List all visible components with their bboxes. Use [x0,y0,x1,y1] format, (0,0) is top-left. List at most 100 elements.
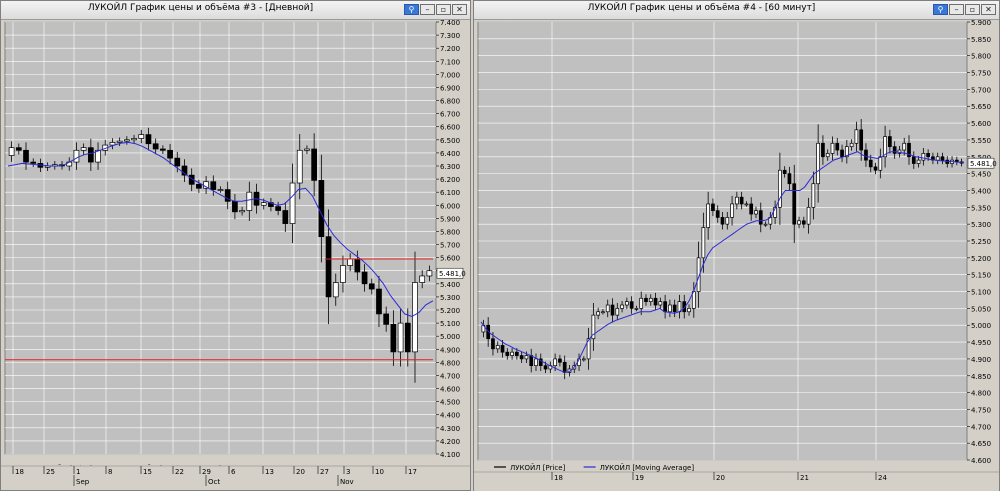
candle [318,180,325,238]
candle [167,149,173,159]
maximize-button[interactable]: ▫ [436,4,451,15]
y-tick-label: 5.400 [971,187,991,195]
candle [854,129,859,144]
window-titlebar[interactable]: ЛУКОЙЛ График цены и объёма #3 - [Дневно… [1,1,470,20]
candle [289,182,296,224]
candle [282,210,289,224]
last-price-label: 5.481,0 [970,160,997,168]
x-tick-label: 1 [76,468,80,476]
candle [361,271,368,285]
candle [160,148,166,151]
y-tick-label: 7.300 [440,32,460,40]
y-tick-label: 4.950 [971,339,991,347]
plot-area [4,21,437,455]
x-tick-label: 24 [878,474,887,482]
candle [730,203,734,218]
candle [519,355,524,360]
x-tick-label: 17 [408,468,417,476]
y-tick-label: 4.750 [971,406,991,414]
candle [763,223,768,226]
candle [296,149,303,184]
candle [232,200,238,213]
date-axis-strip [474,472,999,491]
y-tick-label: 5.000 [971,322,991,330]
candle [73,149,80,163]
maximize-button[interactable]: ▫ [965,4,980,15]
last-price-label: 5.481,0 [439,270,466,278]
candle [926,153,930,158]
link-icon[interactable]: ⚲ [933,4,948,15]
candle [500,345,505,353]
y-tick-label: 4.600 [971,457,991,465]
minimize-button[interactable]: – [420,4,435,15]
y-tick-label: 6.500 [440,137,460,145]
y-tick-label: 5.200 [971,255,991,263]
y-tick-label: 5.250 [971,238,991,246]
candle [888,136,892,148]
y-tick-label: 5.600 [440,255,460,263]
x-tick-label: 18 [554,474,563,482]
y-tick-label: 5.000 [440,333,460,341]
candle [145,134,152,145]
candle [916,159,921,164]
y-tick-label: 4.700 [440,372,460,380]
price-chart-hourly[interactable]: 4.600 4.650 4.700 4.750 4.800 4.850 4.900 4.950… [474,20,999,491]
x-tick-label: 20 [296,468,305,476]
candle [935,156,940,161]
candle [217,189,224,191]
candle [687,308,691,313]
candle [873,166,878,171]
candle [543,365,548,370]
y-tick-label: 6.800 [440,98,460,106]
y-tick-label: 5.600 [971,120,991,128]
candle [515,351,519,356]
y-tick-label: 6.000 [440,202,460,210]
candle [610,304,615,316]
candle [491,338,495,350]
candle [174,157,181,167]
close-button[interactable]: ✕ [452,4,467,15]
window-titlebar[interactable]: ЛУКОЙЛ График цены и объёма #4 - [60 мин… [474,1,999,20]
y-tick-label: 5.450 [971,171,991,179]
candle [840,149,844,158]
y-tick-label: 5.100 [440,320,460,328]
candle [138,134,145,139]
minimize-button[interactable]: – [949,4,964,15]
candle [940,156,945,161]
y-tick-label: 6.100 [440,189,460,197]
candle [663,301,667,313]
candle [8,147,15,156]
candle [412,282,418,353]
month-label: Nov [340,478,354,486]
candle [390,324,397,353]
candle [15,147,22,151]
candle [210,181,217,190]
candle [354,258,361,273]
x-tick-label: 3 [346,468,350,476]
y-tick-label: 5.850 [971,36,991,44]
legend-price-label: ЛУКОЙЛ [Price] [510,463,566,472]
y-tick-label: 5.100 [971,289,991,297]
price-chart-daily[interactable]: 4.100 4.200 4.300 4.400 4.500 4.600 4.700 4.800… [1,20,470,491]
y-tick-label: 5.200 [440,307,460,315]
candle [653,297,658,306]
y-tick-label: 5.900 [971,20,991,27]
y-tick-label: 7.400 [440,20,460,27]
candle [758,210,763,225]
y-tick-label: 6.700 [440,111,460,119]
candle [581,358,586,361]
y-tick-label: 4.200 [440,438,460,446]
candle [720,217,725,225]
chart-window-daily[interactable]: ЛУКОЙЛ График цены и объёма #3 - [Дневно… [0,0,471,491]
candle [124,139,130,142]
date-axis-strip [1,466,470,490]
y-tick-label: 5.300 [971,221,991,229]
link-icon[interactable]: ⚲ [404,4,419,15]
y-tick-label: 5.650 [971,103,991,111]
y-tick-label: 5.900 [440,215,460,223]
candle [596,311,601,316]
close-button[interactable]: ✕ [981,4,996,15]
chart-window-hourly[interactable]: ЛУКОЙЛ График цены и объёма #4 - [60 мин… [473,0,1000,491]
candle [196,183,202,189]
y-tick-label: 5.150 [971,272,991,280]
